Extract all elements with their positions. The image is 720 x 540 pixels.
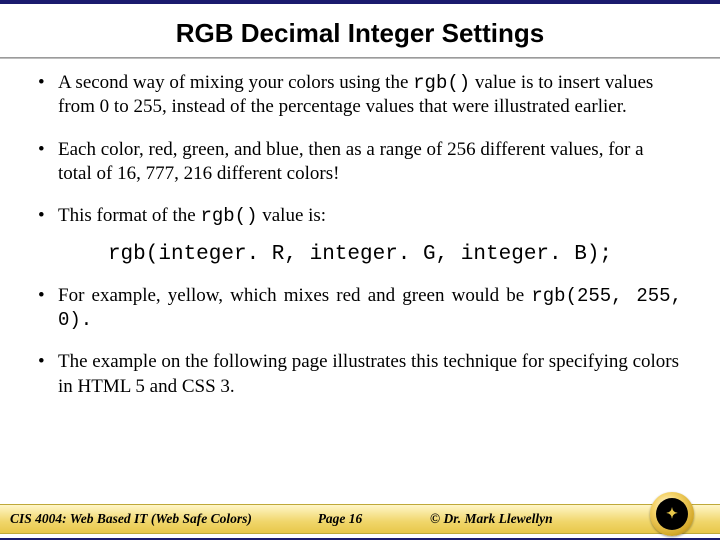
bullet-1: A second way of mixing your colors using… bbox=[38, 71, 682, 120]
bullet-3-text-a: This format of the bbox=[58, 205, 200, 226]
bullet-3: This format of the rgb() value is: bbox=[38, 204, 682, 228]
ucf-logo-icon: ✦ bbox=[650, 492, 694, 536]
bullet-5: The example on the following page illust… bbox=[38, 350, 682, 399]
slide-title: RGB Decimal Integer Settings bbox=[0, 18, 720, 49]
footer-page: Page 16 bbox=[280, 511, 400, 527]
bullet-4-text-a: For example, yellow, which mixes red and… bbox=[58, 285, 531, 306]
bullet-3-code: rgb() bbox=[200, 205, 257, 227]
rgb-syntax: rgb(integer. R, integer. G, integer. B); bbox=[38, 243, 682, 266]
bullet-3-text-b: value is: bbox=[257, 205, 326, 226]
bullet-4: For example, yellow, which mixes red and… bbox=[38, 284, 682, 333]
bullet-1-text-a: A second way of mixing your colors using… bbox=[58, 72, 413, 93]
footer-course: CIS 4004: Web Based IT (Web Safe Colors) bbox=[0, 511, 280, 527]
slide-footer: CIS 4004: Web Based IT (Web Safe Colors)… bbox=[0, 504, 720, 534]
slide-body: A second way of mixing your colors using… bbox=[0, 59, 720, 399]
bullet-2: Each color, red, green, and blue, then a… bbox=[38, 138, 682, 187]
bullet-1-code: rgb() bbox=[413, 72, 470, 94]
